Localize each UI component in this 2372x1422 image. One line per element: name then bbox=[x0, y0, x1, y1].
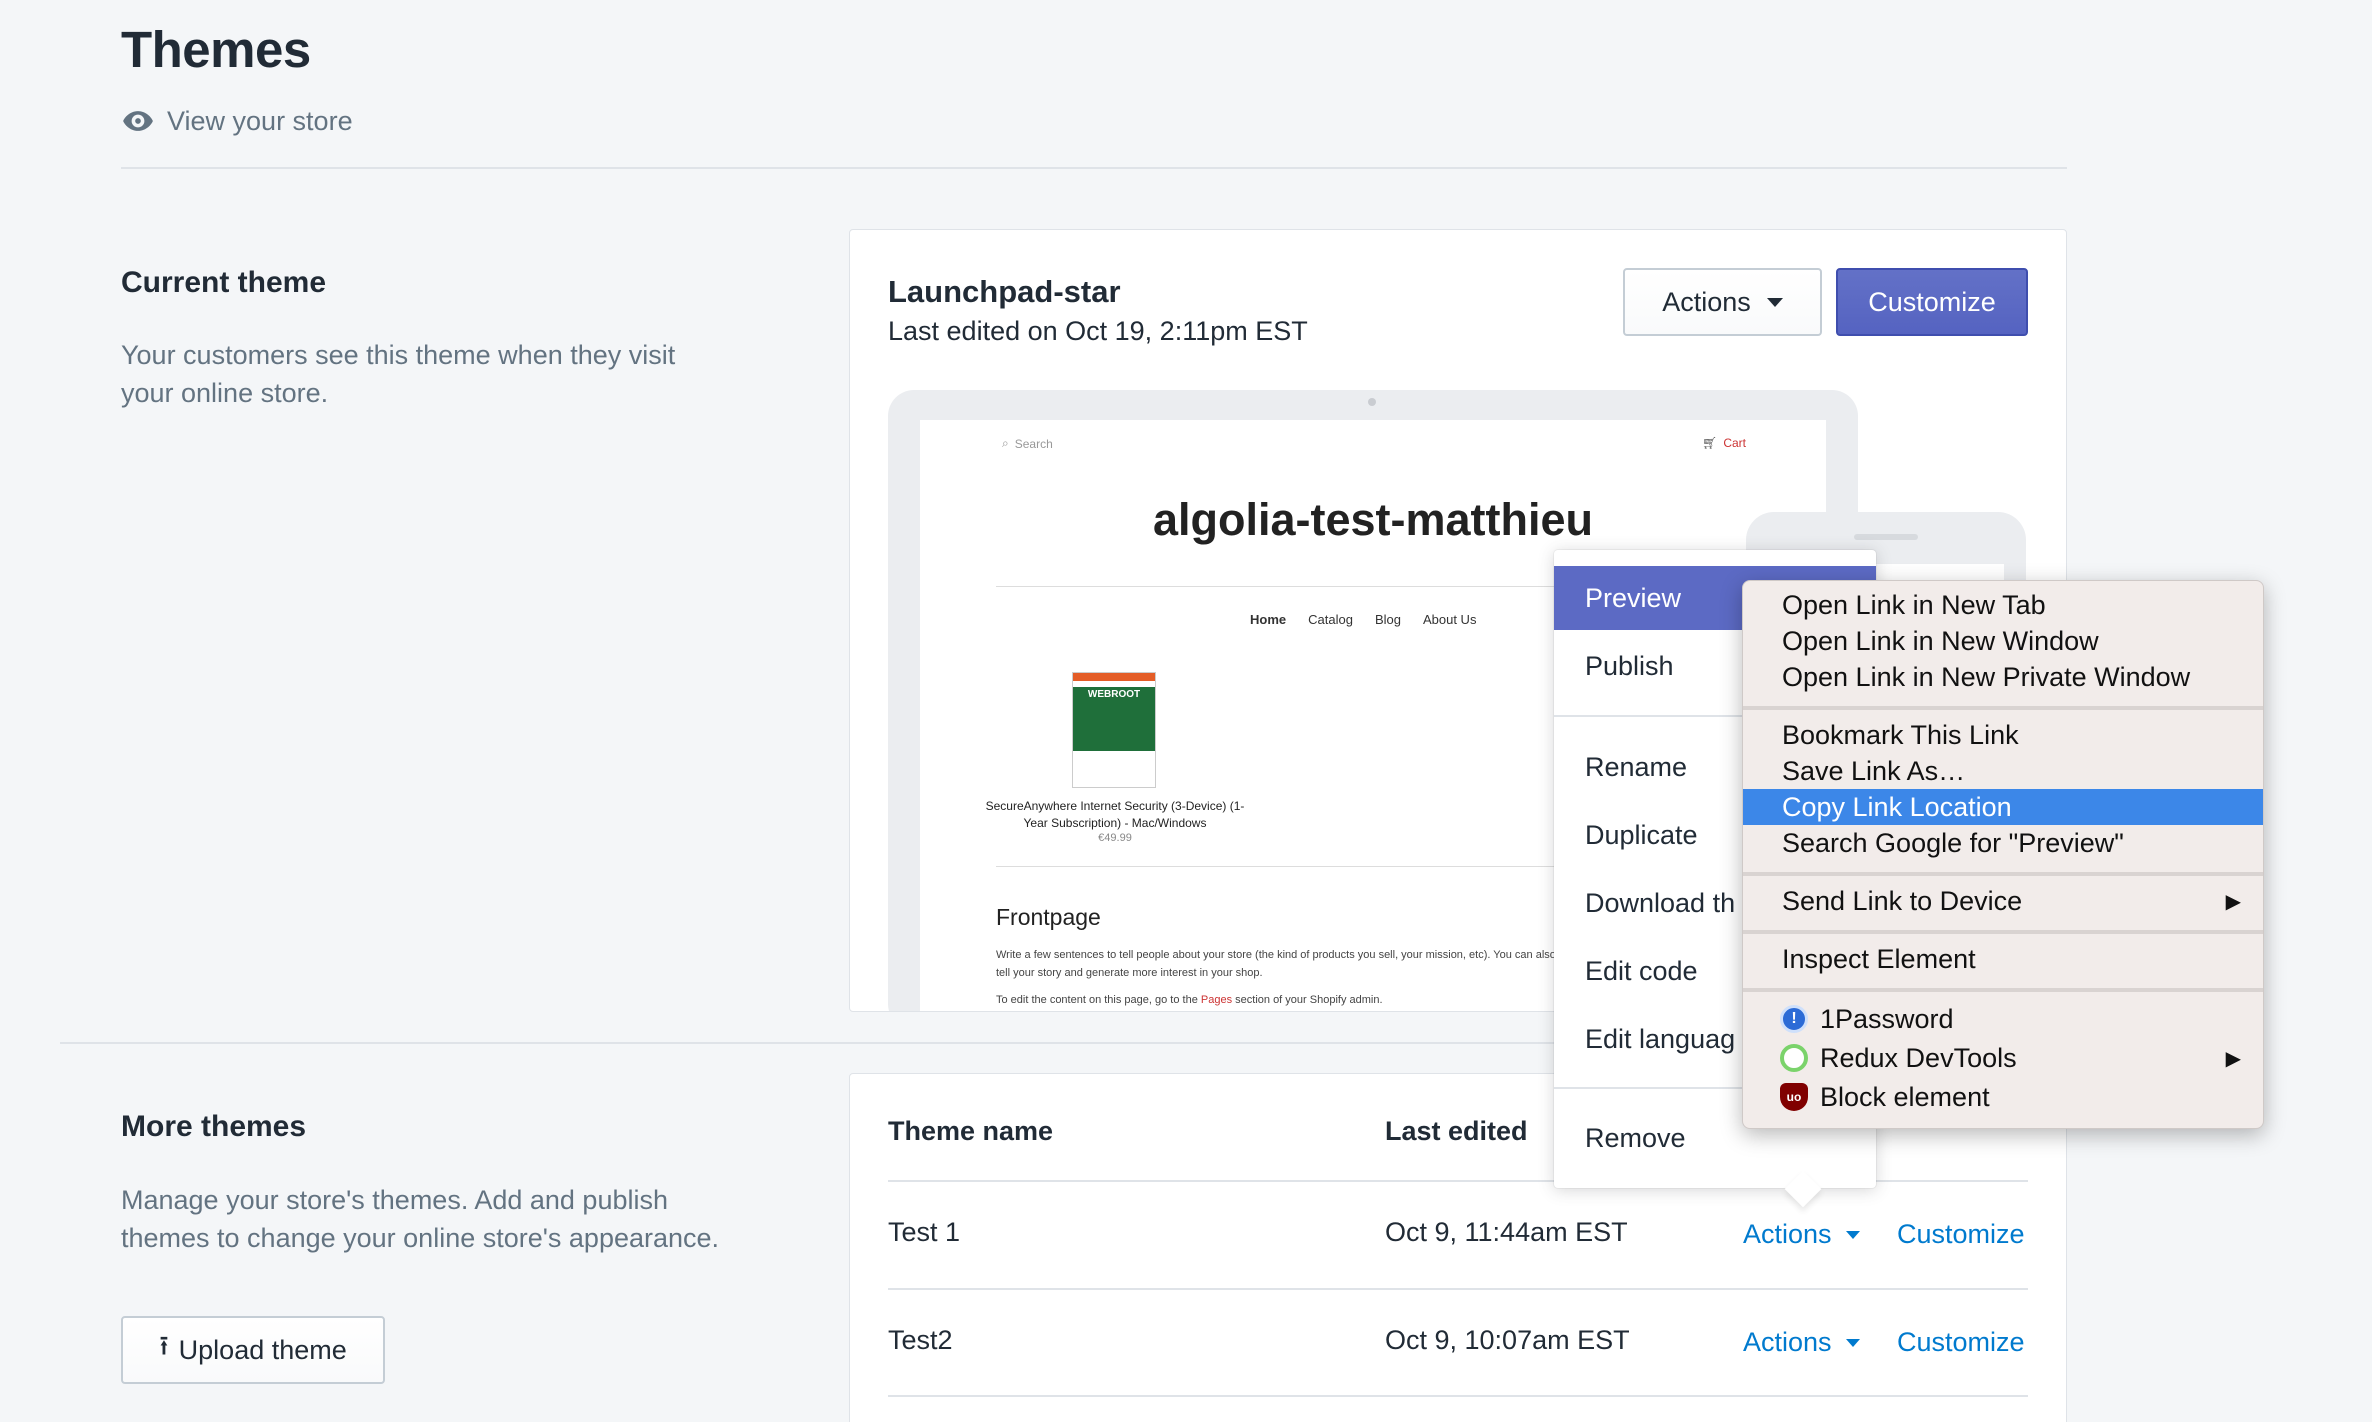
redux-devtools-icon bbox=[1780, 1044, 1808, 1072]
column-header-last-edited: Last edited bbox=[1385, 1116, 1528, 1146]
cart-icon: 🛒︎ bbox=[1702, 436, 1718, 450]
ctx-redux-devtools[interactable]: Redux DevTools ▶ bbox=[1743, 1040, 2263, 1076]
caret-down-icon bbox=[1845, 1230, 1860, 1239]
eye-icon bbox=[123, 111, 153, 131]
theme-last-edited: Last edited on Oct 19, 2:11pm EST bbox=[888, 316, 1308, 346]
ctx-block-element-label: Block element bbox=[1820, 1081, 1990, 1112]
ctx-block-element[interactable]: uo Block element bbox=[1743, 1079, 2263, 1115]
camera-dot bbox=[1368, 398, 1376, 406]
ctx-send-link-to-device[interactable]: Send Link to Device ▶ bbox=[1743, 883, 2263, 919]
theme-row-name: Test 1 bbox=[888, 1217, 961, 1247]
row-customize-link[interactable]: Customize bbox=[1897, 1327, 2025, 1358]
ctx-1password[interactable]: ! 1Password bbox=[1743, 1001, 2263, 1037]
preview-nav-item: Blog bbox=[1374, 612, 1401, 627]
actions-button-label: Actions bbox=[1662, 286, 1751, 317]
theme-row-name: Test2 bbox=[888, 1325, 953, 1355]
preview-nav: Home Catalog Blog About Us bbox=[1250, 612, 1476, 627]
ctx-inspect-element[interactable]: Inspect Element bbox=[1743, 941, 2263, 977]
theme-row-edited: Oct 9, 10:07am EST bbox=[1385, 1325, 1630, 1355]
row-actions-link[interactable]: Actions bbox=[1743, 1327, 1860, 1358]
actions-button[interactable]: Actions bbox=[1623, 268, 1822, 336]
preview-pages-link: Pages bbox=[1200, 994, 1233, 1006]
row-divider bbox=[888, 1395, 2028, 1397]
ctx-open-private-window[interactable]: Open Link in New Private Window bbox=[1743, 659, 2263, 695]
view-store-label: View your store bbox=[167, 105, 353, 136]
theme-name: Launchpad-star bbox=[888, 274, 1121, 309]
preview-edit-suffix: section of your Shopify admin. bbox=[1235, 994, 1383, 1006]
row-divider bbox=[888, 1288, 2028, 1290]
ctx-open-new-window[interactable]: Open Link in New Window bbox=[1743, 623, 2263, 659]
current-theme-title: Current theme bbox=[121, 266, 327, 299]
view-store-link[interactable]: View your store bbox=[121, 104, 353, 138]
preview-product-title: SecureAnywhere Internet Security (3-Devi… bbox=[985, 799, 1245, 830]
row-customize-link[interactable]: Customize bbox=[1897, 1219, 2025, 1250]
preview-nav-item: About Us bbox=[1422, 612, 1477, 627]
ctx-bookmark-link[interactable]: Bookmark This Link bbox=[1743, 717, 2263, 753]
ublock-shield-icon: uo bbox=[1780, 1083, 1808, 1111]
upload-theme-label: Upload theme bbox=[178, 1334, 347, 1365]
submenu-arrow-icon: ▶ bbox=[2225, 890, 2241, 913]
theme-row-edited: Oct 9, 11:44am EST bbox=[1385, 1217, 1628, 1247]
caret-down-icon bbox=[1845, 1338, 1860, 1347]
row-actions-label: Actions bbox=[1743, 1327, 1832, 1357]
ctx-save-link-as[interactable]: Save Link As… bbox=[1743, 753, 2263, 789]
current-theme-description: Your customers see this theme when they … bbox=[121, 340, 676, 408]
preview-store-name: algolia-test-matthieu bbox=[1152, 494, 1594, 545]
upload-theme-button[interactable]: ⭱ Upload theme bbox=[121, 1316, 385, 1384]
customize-button[interactable]: Customize bbox=[1836, 268, 2028, 336]
ctx-copy-link-location[interactable]: Copy Link Location bbox=[1743, 789, 2263, 825]
ctx-search-google[interactable]: Search Google for "Preview" bbox=[1743, 825, 2263, 861]
onepassword-icon: ! bbox=[1780, 1005, 1808, 1033]
row-actions-label: Actions bbox=[1743, 1219, 1832, 1249]
more-themes-title: More themes bbox=[121, 1110, 307, 1143]
preview-nav-item: Home bbox=[1250, 612, 1287, 627]
ctx-1password-label: 1Password bbox=[1820, 1003, 1954, 1034]
preview-product-price: €49.99 bbox=[1098, 832, 1132, 844]
preview-cart-label: Cart bbox=[1723, 436, 1746, 450]
browser-context-menu: Open Link in New Tab Open Link in New Wi… bbox=[1742, 580, 2264, 1129]
product-image: WEBROOT bbox=[1072, 672, 1156, 788]
preview-search-label: Search bbox=[1014, 436, 1053, 451]
ctx-redux-devtools-label: Redux DevTools bbox=[1820, 1042, 2017, 1073]
header-divider bbox=[121, 167, 2067, 169]
page-title: Themes bbox=[121, 21, 311, 78]
more-themes-description: Manage your store's themes. Add and publ… bbox=[121, 1185, 720, 1253]
ctx-separator bbox=[1743, 988, 2263, 992]
preview-nav-item: Catalog bbox=[1308, 612, 1353, 627]
ctx-open-new-tab[interactable]: Open Link in New Tab bbox=[1743, 587, 2263, 623]
phone-speaker bbox=[1854, 534, 1918, 540]
ctx-separator bbox=[1743, 872, 2263, 876]
search-icon: ⌕ bbox=[1002, 436, 1009, 450]
column-header-theme-name: Theme name bbox=[888, 1116, 1054, 1146]
preview-search: ⌕ Search bbox=[1002, 436, 1053, 451]
preview-cart: 🛒︎ Cart bbox=[1702, 436, 1746, 450]
ctx-separator bbox=[1743, 706, 2263, 710]
upload-icon: ⭱ bbox=[159, 1331, 169, 1361]
caret-down-icon bbox=[1766, 297, 1783, 307]
preview-frontpage-heading: Frontpage bbox=[996, 904, 1101, 930]
submenu-arrow-icon: ▶ bbox=[2225, 1047, 2241, 1070]
row-actions-link[interactable]: Actions bbox=[1743, 1219, 1860, 1250]
ctx-separator bbox=[1743, 930, 2263, 934]
preview-edit-prefix: To edit the content on this page, go to … bbox=[996, 994, 1198, 1006]
ctx-send-link-label: Send Link to Device bbox=[1782, 885, 2023, 916]
product-image-text: WEBROOT bbox=[1087, 689, 1141, 700]
